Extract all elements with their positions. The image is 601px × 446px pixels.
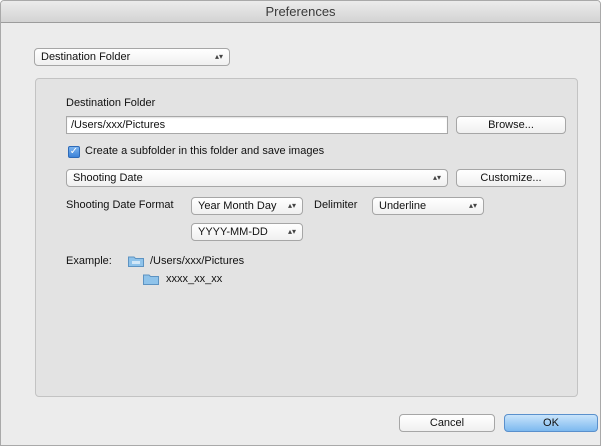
category-select-value: Destination Folder: [41, 51, 131, 63]
browse-button[interactable]: Browse...: [456, 116, 566, 134]
section-heading: Destination Folder: [66, 97, 156, 109]
subfolder-type-value: Shooting Date: [73, 172, 143, 184]
delimiter-label: Delimiter: [314, 199, 358, 211]
checkmark-icon: ✓: [69, 146, 79, 157]
category-select[interactable]: Destination Folder ▴▾: [34, 48, 230, 66]
destination-path-field[interactable]: /Users/xxx/Pictures: [66, 116, 448, 134]
example-label: Example:: [66, 255, 112, 267]
ok-button[interactable]: OK: [504, 414, 598, 432]
destination-folder-group: Destination Folder /Users/xxx/Pictures B…: [35, 78, 578, 397]
preferences-window: Preferences Destination Folder ▴▾ Destin…: [0, 0, 601, 446]
example-path: /Users/xxx/Pictures: [150, 255, 245, 267]
date-pattern-value: YYYY-MM-DD: [198, 226, 268, 238]
create-subfolder-label: Create a subfolder in this folder and sa…: [85, 145, 325, 157]
window-title: Preferences: [1, 1, 600, 23]
updown-arrows-icon: ▴▾: [287, 201, 296, 210]
date-pattern-select[interactable]: YYYY-MM-DD ▴▾: [191, 223, 303, 241]
delimiter-value: Underline: [379, 200, 427, 212]
subfolder-type-select[interactable]: Shooting Date ▴▾: [66, 169, 448, 187]
example-subfolder: xxxx_xx_xx: [166, 273, 223, 285]
delimiter-select[interactable]: Underline ▴▾: [372, 197, 484, 215]
updown-arrows-icon: ▴▾: [468, 201, 477, 210]
cancel-button[interactable]: Cancel: [399, 414, 495, 432]
updown-arrows-icon: ▴▾: [287, 227, 296, 236]
folder-icon: [143, 274, 159, 285]
updown-arrows-icon: ▴▾: [214, 52, 223, 61]
updown-arrows-icon: ▴▾: [432, 173, 441, 182]
date-format-label: Shooting Date Format: [66, 199, 174, 211]
customize-button[interactable]: Customize...: [456, 169, 566, 187]
date-format-value: Year Month Day: [198, 200, 277, 212]
create-subfolder-checkbox[interactable]: ✓: [68, 146, 80, 158]
folder-icon: [128, 256, 144, 267]
date-format-select[interactable]: Year Month Day ▴▾: [191, 197, 303, 215]
